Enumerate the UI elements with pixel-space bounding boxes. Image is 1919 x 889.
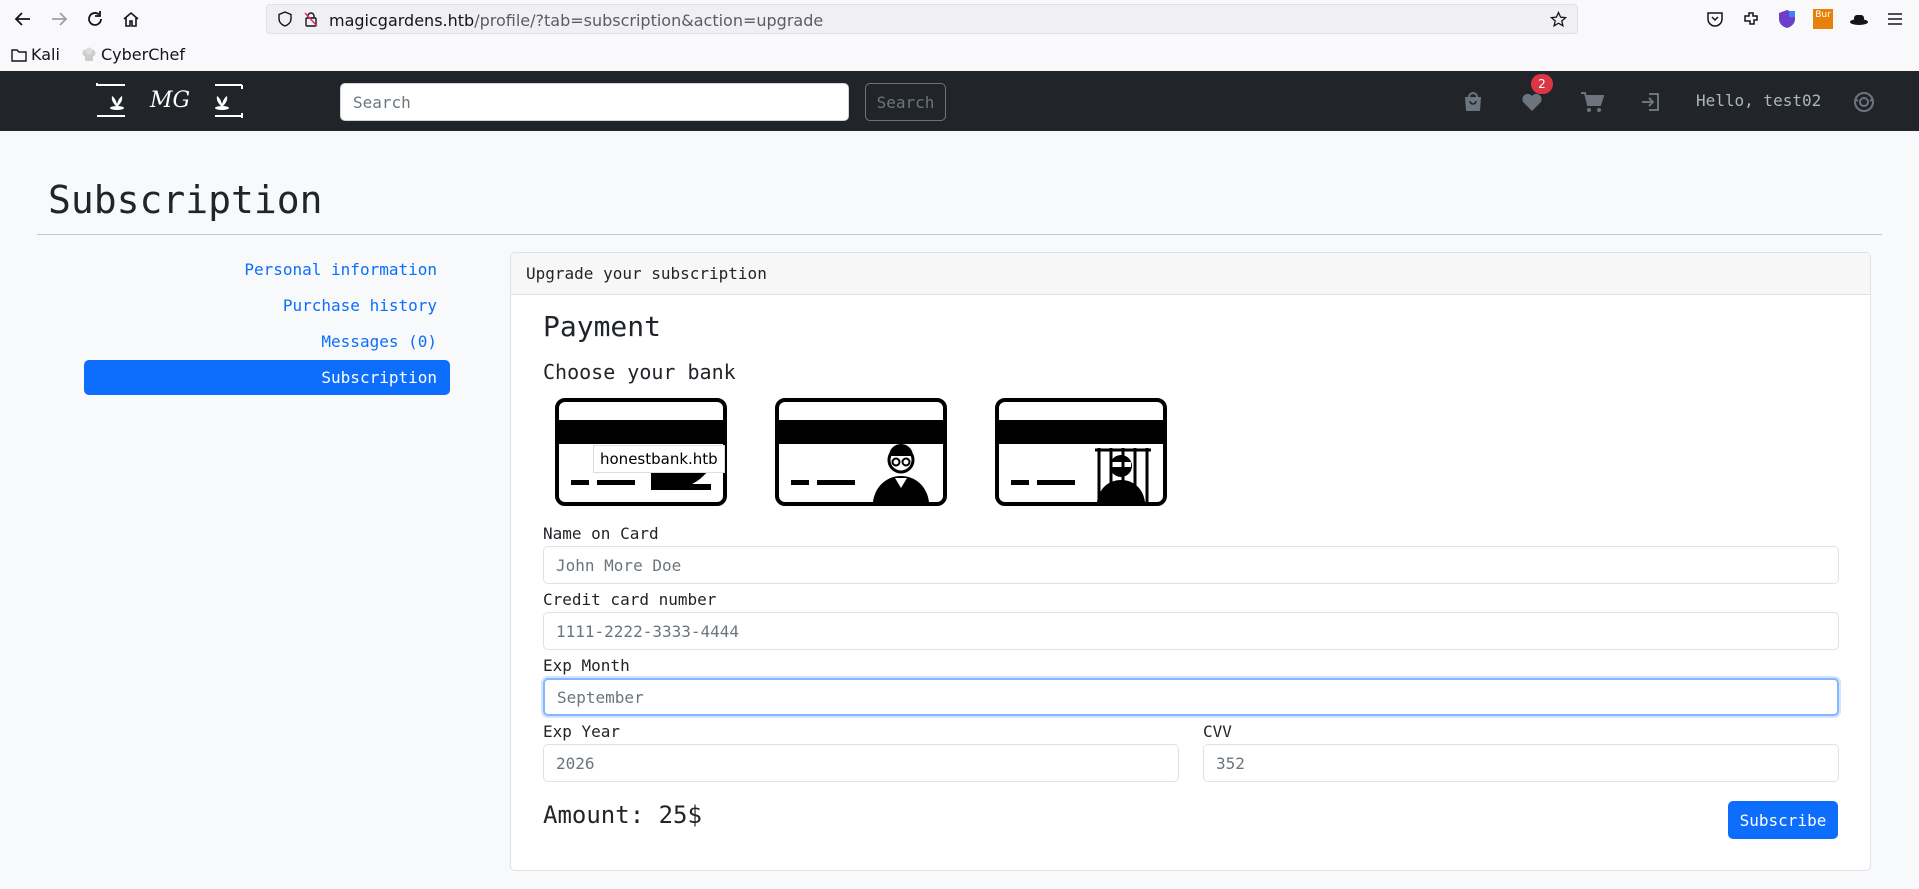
card-number-input[interactable] [543,612,1839,650]
title-divider [37,234,1882,235]
lock-icon[interactable] [303,11,319,31]
shield-icon[interactable] [277,11,293,31]
forward-icon[interactable] [47,7,71,31]
home-icon[interactable] [119,7,143,31]
bookmark-cyberchef[interactable]: CyberChef [81,45,185,64]
reload-icon[interactable] [83,7,107,31]
site-navbar: MG Search 2 Hello, test02 [0,71,1919,131]
url-bar[interactable]: magicgardens.htb/profile/?tab=subscripti… [266,4,1578,34]
card-number-label: Credit card number [543,590,717,609]
logout-icon[interactable] [1637,88,1665,116]
burp-extension-icon[interactable]: Bur [1811,7,1835,31]
back-icon[interactable] [11,7,35,31]
choose-bank-heading: Choose your bank [543,360,736,384]
bookmarks-bar [0,38,1919,72]
card-header: Upgrade your subscription [511,253,1870,295]
bookmark-label: CyberChef [101,45,186,64]
settings-icon[interactable] [1850,88,1878,116]
folder-icon [11,48,27,62]
search-input[interactable] [340,83,849,121]
site-logo[interactable]: MG [95,83,244,119]
cart-icon[interactable] [1578,88,1606,116]
exp-month-input[interactable] [543,678,1839,716]
sidebar-item-messages[interactable]: Messages (0) [84,324,450,359]
hat-extension-icon[interactable] [1847,7,1871,31]
search-button[interactable]: Search [865,83,946,121]
extensions-icon[interactable] [1739,7,1763,31]
bank-card-jail[interactable] [995,398,1167,506]
bank-card-granny[interactable] [775,398,947,506]
exp-year-input[interactable] [543,744,1179,782]
url-text[interactable]: magicgardens.htb/profile/?tab=subscripti… [329,11,823,30]
exp-year-label: Exp Year [543,722,621,741]
name-on-card-label: Name on Card [543,524,659,543]
burp-extension-label: Bur [1813,9,1833,29]
name-on-card-input[interactable] [543,546,1839,584]
shield-extension-icon[interactable] [1775,7,1799,31]
shop-icon[interactable] [1459,88,1487,116]
bookmark-star-icon[interactable] [1549,10,1568,32]
payment-heading: Payment [543,310,662,343]
subscribe-button[interactable]: Subscribe [1728,801,1838,839]
subscription-card: Upgrade your subscription Payment Choose… [510,252,1871,871]
exp-month-label: Exp Month [543,656,630,675]
pocket-icon[interactable] [1703,7,1727,31]
cvv-label: CVV [1203,722,1232,741]
sidebar-item-purchase-history[interactable]: Purchase history [84,288,450,323]
sidebar-item-personal-information[interactable]: Personal information [84,252,450,287]
menu-icon[interactable] [1883,7,1907,31]
url-path: /profile/?tab=subscription&action=upgrad… [474,11,824,30]
user-greeting[interactable]: Hello, test02 [1696,91,1821,110]
wishlist-count-badge: 2 [1531,74,1553,94]
cvv-input[interactable] [1203,744,1839,782]
bank-tooltip: honestbank.htb [593,445,725,473]
page-title: Subscription [48,178,323,222]
browser-toolbar: magicgardens.htb/profile/?tab=subscripti… [0,0,1919,38]
url-host: magicgardens.htb [329,11,475,30]
bookmark-kali[interactable]: Kali [11,45,60,64]
amount-text: Amount: 25$ [543,801,702,829]
logo-text: MG [149,88,190,113]
chef-hat-icon [82,47,96,61]
sidebar-item-subscription[interactable]: Subscription [84,360,450,395]
card-header-title: Upgrade your subscription [526,264,767,283]
bookmark-label: Kali [31,45,60,64]
